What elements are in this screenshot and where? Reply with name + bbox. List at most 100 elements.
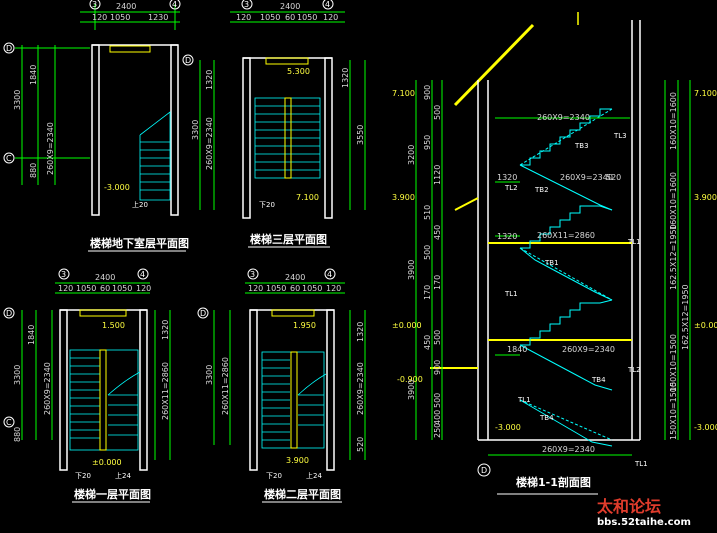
- level-mark: 3.900: [392, 193, 415, 202]
- stair-drawings: 2400 120 1050 1230 3 4 D C 3300 1840 880…: [3, 0, 717, 528]
- left-dim: 3200: [407, 145, 416, 165]
- left-dim: 1840: [29, 65, 38, 85]
- left-dim: 170: [433, 275, 442, 290]
- axis-label: 4: [140, 270, 145, 279]
- top-part: 120: [236, 13, 251, 22]
- right-dim: 162.5X12=1950: [681, 284, 690, 350]
- axis-label: 3: [250, 270, 255, 279]
- axis-label: 3: [244, 0, 249, 9]
- top-part: 1050: [110, 13, 130, 22]
- level-mark: 3.900: [694, 193, 717, 202]
- left-dim: 250: [433, 423, 442, 438]
- level-mark: 7.100: [392, 89, 415, 98]
- right-dim: 1320: [161, 320, 170, 340]
- basement-plan: 2400 120 1050 1230 3 4 D C 3300 1840 880…: [3, 0, 189, 252]
- left-dim: 450: [433, 225, 442, 240]
- top-part: 120: [92, 13, 107, 22]
- top-part: 120: [248, 284, 263, 293]
- beam-tag: TL1: [627, 238, 641, 246]
- axis-label: C: [6, 418, 12, 427]
- right-dim: 520: [356, 437, 365, 452]
- flight-label: 260X9=2340: [537, 113, 590, 122]
- left-dim: 3300: [13, 90, 22, 110]
- level-mark: 1.950: [293, 321, 316, 330]
- left-dim: 500: [433, 105, 442, 120]
- top-part: 1050: [297, 13, 317, 22]
- level-mark: -3.000: [495, 423, 521, 432]
- panel-title: 楼梯二层平面图: [264, 487, 341, 501]
- left-dim: 3900: [407, 380, 416, 400]
- left-dim: 260X11=2860: [221, 357, 230, 415]
- beam-tag: TL1: [634, 460, 648, 468]
- section-1-1: D 7.100 3.900 ±0.000 -0.900 -3.000 7.100…: [392, 12, 717, 495]
- level-mark: 7.100: [296, 193, 319, 202]
- top-part: 120: [323, 13, 338, 22]
- right-dim: 1320: [356, 322, 365, 342]
- top-part: 1050: [260, 13, 280, 22]
- cad-drawing-canvas: 2400 120 1050 1230 3 4 D C 3300 1840 880…: [0, 0, 717, 533]
- top-total: 2400: [285, 273, 305, 282]
- width-label: 1320: [497, 232, 517, 241]
- axis-label: 4: [172, 0, 177, 9]
- beam-tag: TL2: [627, 366, 641, 374]
- beam-tag: TL1: [504, 290, 518, 298]
- axis-label: C: [6, 154, 12, 163]
- axis-label: 4: [325, 0, 330, 9]
- right-dim: 260X9=2340: [356, 362, 365, 415]
- top-part: 1050: [76, 284, 96, 293]
- right-dim: 160X10=1600: [669, 172, 678, 230]
- width-label: 520: [606, 173, 621, 182]
- right-dim: 260X11=2860: [161, 362, 170, 420]
- beam-tag: TB4: [591, 376, 606, 384]
- beam-tag: TB1: [544, 259, 559, 267]
- top-part: 1050: [266, 284, 286, 293]
- left-dim: 170: [423, 285, 432, 300]
- down-label: 下20: [266, 472, 282, 480]
- top-part: 60: [285, 13, 295, 22]
- level-mark: ±0.000: [694, 321, 717, 330]
- axis-label: D: [185, 56, 191, 65]
- width-label: 1320: [497, 173, 517, 182]
- left-dim: 3900: [407, 260, 416, 280]
- down-label: 下20: [75, 472, 91, 480]
- level-mark: -3.000: [104, 183, 130, 192]
- axis-label: D: [6, 44, 12, 53]
- level-mark: ±0.000: [92, 458, 122, 467]
- axis-label: 3: [92, 0, 97, 9]
- forum-watermark: 太和论坛 bbs.52taihe.com: [596, 497, 691, 528]
- left-dim: 500: [423, 245, 432, 260]
- left-dim: 3300: [191, 120, 200, 140]
- top-part: 120: [136, 284, 151, 293]
- right-dim: 3550: [356, 125, 365, 145]
- left-dim: 260X9=2340: [43, 362, 52, 415]
- top-total: 2400: [280, 2, 300, 11]
- right-dim: 160X10=1600: [669, 92, 678, 150]
- right-dim: 162.5X12=1950: [669, 224, 678, 290]
- left-dim: 1320: [205, 70, 214, 90]
- up-label: 上24: [115, 471, 131, 480]
- beam-tag: TB3: [574, 142, 589, 150]
- left-dim: 450: [423, 335, 432, 350]
- watermark-text: 太和论坛: [596, 497, 661, 516]
- axis-label: 4: [327, 270, 332, 279]
- axis-label: D: [481, 466, 487, 475]
- watermark-url: bbs.52taihe.com: [597, 517, 691, 528]
- flight-label: 260X9=2340: [560, 173, 613, 182]
- left-dim: 400: [433, 410, 442, 425]
- left-dim: 260X9=2340: [205, 117, 214, 170]
- third-floor-plan: 2400 120 1050 60 1050 120 3 4 D 1320 330…: [182, 0, 366, 248]
- left-dim: 3300: [205, 365, 214, 385]
- top-part: 1050: [112, 284, 132, 293]
- up-label: 上20: [132, 200, 148, 209]
- second-floor-plan: 2400 120 1050 60 1050 120 3 4 D 3300 260…: [197, 268, 366, 503]
- up-label: 上24: [306, 471, 322, 480]
- beam-tag: TL3: [613, 132, 627, 140]
- level-mark: 3.900: [286, 456, 309, 465]
- right-dim: 150X10=1500: [669, 382, 678, 440]
- level-mark: 7.100: [694, 89, 717, 98]
- left-dim: 900: [423, 85, 432, 100]
- axis-label: 3: [61, 270, 66, 279]
- top-part: 120: [58, 284, 73, 293]
- left-dim: 880: [13, 427, 22, 442]
- beam-tag: TL1: [517, 396, 531, 404]
